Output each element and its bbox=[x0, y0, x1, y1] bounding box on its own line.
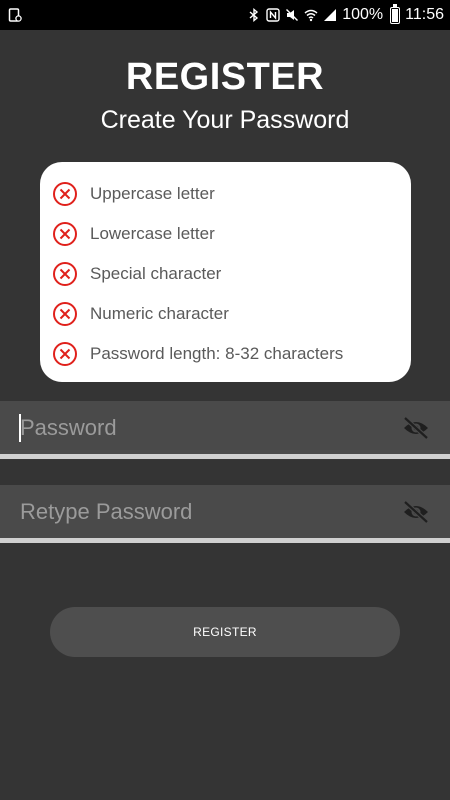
rule-uppercase: Uppercase letter bbox=[52, 174, 411, 214]
error-x-icon bbox=[52, 341, 78, 367]
rule-label: Special character bbox=[90, 264, 222, 283]
signal-icon bbox=[323, 8, 337, 22]
error-x-icon bbox=[52, 221, 78, 247]
password-input[interactable] bbox=[0, 401, 380, 454]
screenshot-icon bbox=[8, 8, 22, 22]
rule-label: Numeric character bbox=[90, 304, 229, 323]
retype-password-field bbox=[0, 485, 450, 543]
wifi-icon bbox=[304, 8, 318, 22]
text-caret bbox=[19, 414, 21, 442]
mute-icon bbox=[285, 8, 299, 22]
status-right: 100% 11:56 bbox=[247, 3, 444, 24]
register-button[interactable]: REGISTER bbox=[50, 607, 400, 657]
battery-icon bbox=[390, 3, 401, 24]
rule-label: Lowercase letter bbox=[90, 224, 215, 243]
bluetooth-icon bbox=[247, 8, 261, 22]
status-left bbox=[8, 8, 22, 22]
password-field bbox=[0, 401, 450, 459]
page-subtitle: Create Your Password bbox=[100, 106, 350, 134]
eye-off-icon[interactable] bbox=[402, 415, 430, 441]
page-title: REGISTER bbox=[125, 56, 325, 98]
battery-percentage: 100% bbox=[342, 6, 384, 23]
nfc-icon bbox=[266, 8, 280, 22]
error-x-icon bbox=[52, 301, 78, 327]
rule-numeric: Numeric character bbox=[52, 294, 411, 334]
rule-lowercase: Lowercase letter bbox=[52, 214, 411, 254]
rule-special: Special character bbox=[52, 254, 411, 294]
password-rules-card: Uppercase letter Lowercase letter Specia… bbox=[40, 162, 411, 382]
rule-length: Password length: 8-32 characters bbox=[52, 334, 411, 374]
clock: 11:56 bbox=[405, 6, 444, 23]
eye-off-icon[interactable] bbox=[402, 499, 430, 525]
retype-password-input[interactable] bbox=[0, 485, 380, 538]
rule-label: Password length: 8-32 characters bbox=[90, 344, 344, 363]
error-x-icon bbox=[52, 261, 78, 287]
error-x-icon bbox=[52, 181, 78, 207]
status-bar: 100% 11:56 bbox=[0, 0, 450, 30]
rule-label: Uppercase letter bbox=[90, 184, 215, 203]
